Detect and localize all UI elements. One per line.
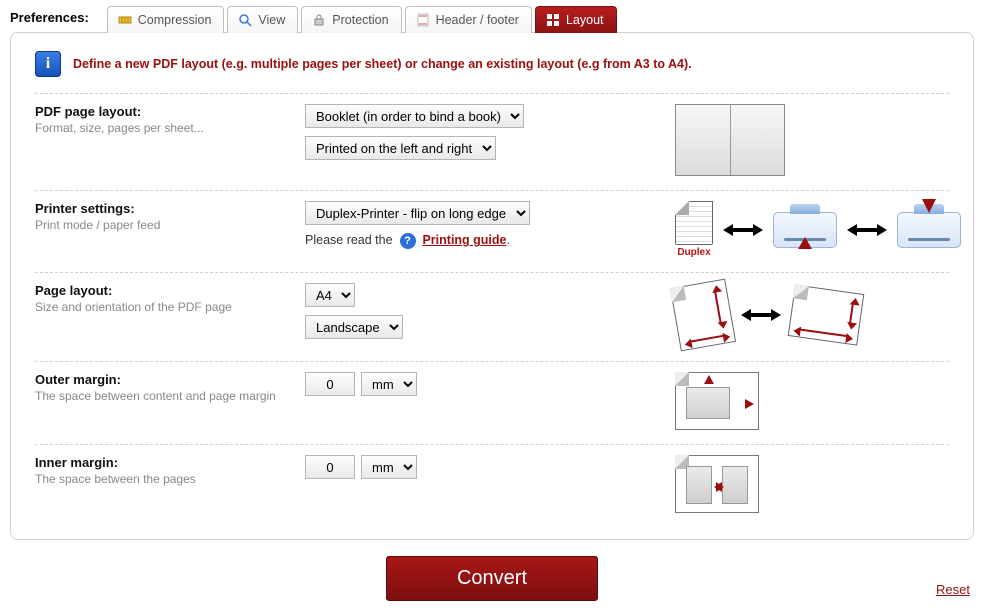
printing-guide-link[interactable]: Printing guide <box>422 233 506 247</box>
page-layout-title: Page layout: <box>35 283 305 298</box>
arrow-icon <box>723 221 763 239</box>
tab-label: View <box>258 13 285 27</box>
tab-label: Layout <box>566 13 604 27</box>
tab-protection[interactable]: Protection <box>301 6 401 33</box>
duplex-select[interactable]: Duplex-Printer - flip on long edge <box>305 201 530 225</box>
layout-panel: i Define a new PDF layout (e.g. multiple… <box>10 32 974 540</box>
inner-margin-subtitle: The space between the pages <box>35 472 305 486</box>
duplex-page-icon <box>675 201 713 245</box>
arrow-icon <box>741 306 781 324</box>
duplex-label: Duplex <box>675 247 713 258</box>
printer-feed-out-icon <box>897 212 961 248</box>
info-text: Define a new PDF layout (e.g. multiple p… <box>73 57 692 71</box>
pdf-page-layout-title: PDF page layout: <box>35 104 305 119</box>
outer-margin-subtitle: The space between content and page margi… <box>35 389 305 403</box>
booklet-diagram <box>675 104 785 176</box>
tab-header-footer[interactable]: Header / footer <box>405 6 532 33</box>
help-icon[interactable]: ? <box>400 233 416 249</box>
orientation-select[interactable]: Landscape <box>305 315 403 339</box>
tab-layout[interactable]: Layout <box>535 6 617 33</box>
arrow-icon <box>847 221 887 239</box>
inner-margin-input[interactable] <box>305 455 355 479</box>
tab-label: Compression <box>138 13 212 27</box>
printing-hint-prefix: Please read the <box>305 233 393 247</box>
layout-mode-select[interactable]: Booklet (in order to bind a book) <box>305 104 524 128</box>
page-icon <box>416 13 430 27</box>
tab-compression[interactable]: Compression <box>107 6 225 33</box>
compress-icon <box>118 13 132 27</box>
printer-settings-title: Printer settings: <box>35 201 305 216</box>
page-layout-subtitle: Size and orientation of the PDF page <box>35 300 305 314</box>
printer-diagram: Duplex <box>675 201 961 258</box>
grid-icon <box>546 13 560 27</box>
page-size-select[interactable]: A4 <box>305 283 355 307</box>
tab-view[interactable]: View <box>227 6 298 33</box>
lock-icon <box>312 13 326 27</box>
tab-label: Header / footer <box>436 13 519 27</box>
inner-margin-diagram <box>675 455 759 513</box>
outer-margin-diagram <box>675 372 759 430</box>
magnifier-icon <box>238 13 252 27</box>
outer-margin-unit-select[interactable]: mm <box>361 372 417 396</box>
printer-settings-subtitle: Print mode / paper feed <box>35 218 305 232</box>
outer-margin-input[interactable] <box>305 372 355 396</box>
pdf-page-layout-subtitle: Format, size, pages per sheet... <box>35 121 305 135</box>
info-icon: i <box>35 51 61 77</box>
reset-link[interactable]: Reset <box>936 582 970 597</box>
preferences-label: Preferences: <box>10 10 107 33</box>
tab-label: Protection <box>332 13 388 27</box>
orientation-diagram <box>675 283 861 347</box>
inner-margin-title: Inner margin: <box>35 455 305 470</box>
outer-margin-title: Outer margin: <box>35 372 305 387</box>
layout-side-select[interactable]: Printed on the left and right <box>305 136 496 160</box>
inner-margin-unit-select[interactable]: mm <box>361 455 417 479</box>
page-landscape-icon <box>788 284 865 345</box>
page-portrait-icon <box>670 279 736 352</box>
printer-feed-in-icon <box>773 212 837 248</box>
preference-tabs: Compression View Protection Header / foo… <box>107 6 617 33</box>
